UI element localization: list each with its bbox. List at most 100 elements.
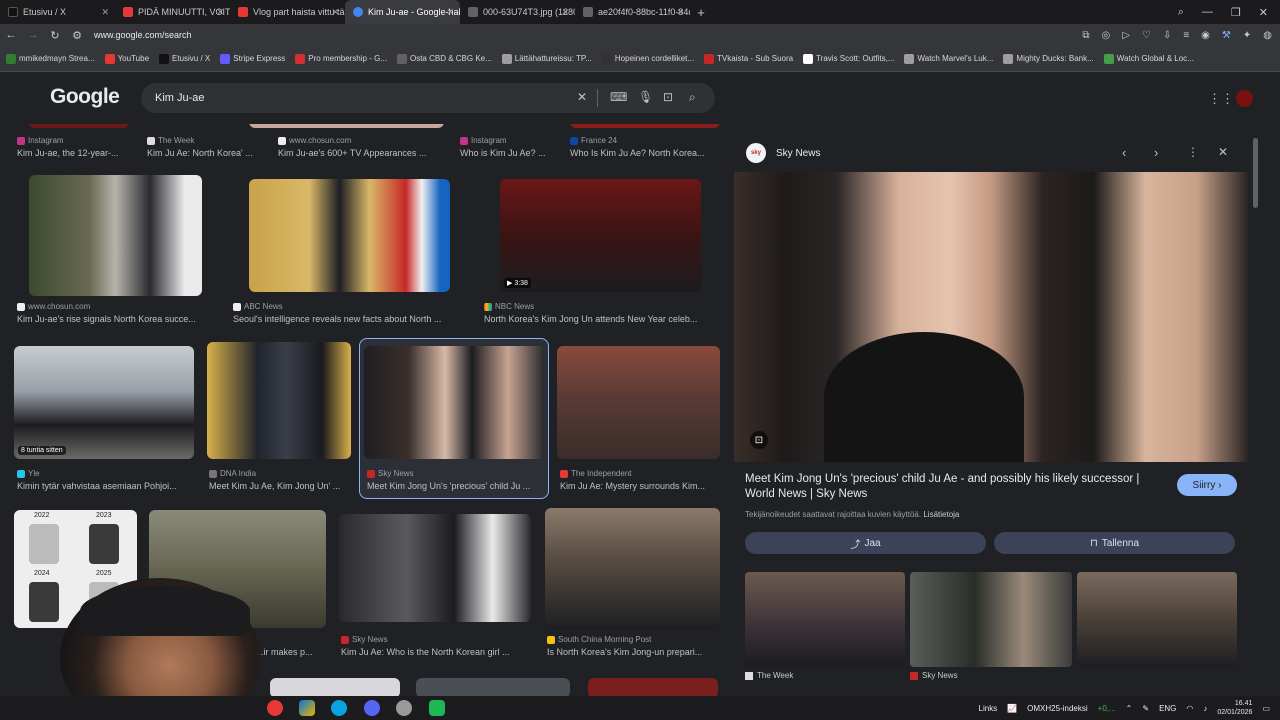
close-tab-icon[interactable]: ✕ [101,7,109,18]
result-title[interactable]: Kim Ju-ae, the 12-year-... [17,148,129,158]
bookmark-item[interactable]: Hopeinen cordelliket... [601,53,694,64]
result-image[interactable] [207,342,351,459]
tab-pida-minuutti[interactable]: PIDÄ MINUUTTI, VOITA 20✕ [115,0,230,24]
search-icon[interactable]: ⌕ [689,90,696,105]
next-icon[interactable]: › [1154,145,1158,160]
search-input[interactable] [155,92,555,104]
bookmark-item[interactable]: Watch Global & Loc... [1103,53,1194,64]
result-image[interactable] [557,346,720,459]
tab-etusivu[interactable]: Etusivu / X ✕ [0,0,115,24]
result-title[interactable]: Kim Ju-ae's 600+ TV Appearances ... [278,148,443,158]
download-icon[interactable]: ⇩ [1163,30,1171,41]
preview-image[interactable]: ⊡ [734,172,1248,462]
maximize-icon[interactable]: ❐ [1231,6,1241,19]
result-image[interactable]: ▶ 3:38 [500,179,701,292]
result-image[interactable] [270,678,400,696]
bookmark-item[interactable]: Pro membership - G... [295,53,387,64]
bookmark-item[interactable]: YouTube [104,53,149,64]
result-title[interactable]: Kimin tytär vahvistaa asemiaan Pohjoi... [17,481,192,491]
url-field[interactable]: www.google.com/search [94,30,192,40]
result-title[interactable]: Meet Kim Ju Ae, Kim Jong Un' ... [209,481,349,491]
profile-icon[interactable]: ◉ [1201,30,1210,41]
learn-more-link[interactable]: Lisätietoja [923,510,959,519]
result-image[interactable] [29,175,202,296]
tab-image-jpg[interactable]: 000-63U74T3.jpg (1280×8✕ [460,0,575,24]
bookmark-heart-icon[interactable]: ♡ [1142,30,1151,41]
account-icon[interactable]: ◍ [1263,30,1272,41]
visit-button[interactable]: Siirry › [1177,474,1237,496]
result-title[interactable]: Kim Ju Ae: North Korea' ... [147,148,262,158]
bookmark-item[interactable]: Watch Marvel's Luk... [904,53,993,64]
related-image[interactable] [910,572,1072,667]
result-title[interactable]: Who Is Kim Ju Ae? North Korea... [570,148,715,158]
save-button[interactable]: ⊓ Tallenna [994,532,1235,554]
result-image[interactable] [339,514,531,622]
stock-label[interactable]: OMXH25-indeksi [1027,704,1087,713]
search-tabs-icon[interactable]: ⌕ [1178,6,1184,19]
opera-icon[interactable] [267,700,283,716]
close-tab-icon[interactable]: ✕ [561,7,569,18]
result-image[interactable] [570,124,720,128]
microphone-icon[interactable]: 🎙 [638,90,653,104]
result-image[interactable] [249,179,450,292]
result-image[interactable] [588,678,718,696]
puzzle-icon[interactable]: ✦ [1243,30,1251,41]
related-image[interactable] [745,572,905,667]
result-title[interactable]: Meet Kim Jong Un's 'precious' child Ju .… [367,481,544,491]
google-logo[interactable]: Google [50,85,120,109]
result-image[interactable] [545,508,720,629]
scrollbar[interactable] [1252,134,1260,684]
result-image[interactable] [364,346,544,459]
tray-overflow-icon[interactable]: ⌃ [1126,704,1133,713]
result-image[interactable] [29,124,129,128]
site-info-icon[interactable]: ⚙ [66,29,88,42]
bookmark-item[interactable]: Lättähattureissu: TP... [501,53,592,64]
close-window-icon[interactable]: ✕ [1259,6,1268,19]
bookmark-item[interactable]: Stripe Express [220,53,285,64]
preview-source[interactable]: Sky News [776,148,820,159]
bookmark-item[interactable]: TVkaista - Sub Suora [704,53,793,64]
close-tab-icon[interactable]: ✕ [446,7,454,18]
store-icon[interactable] [299,700,315,716]
forward-icon[interactable]: → [22,29,44,41]
lens-icon[interactable]: ⊡ [663,90,673,104]
result-title[interactable]: North Korea's Kim Jong Un attends New Ye… [484,314,716,324]
bookmark-item[interactable]: Mighty Ducks: Bank... [1003,53,1094,64]
tab-vlog[interactable]: Vlog part haista vittu tää ✕ [230,0,345,24]
links-label[interactable]: Links [979,704,998,713]
discord-icon[interactable] [364,700,380,716]
tab-image-ae20[interactable]: ae20f4f0-88bc-11f0-84dc ✕ [575,0,690,24]
result-title[interactable]: Seoul's intelligence reveals new facts a… [233,314,463,324]
result-title[interactable]: Kim Ju Ae: Who is the North Korean girl … [341,647,531,657]
screenshot-icon[interactable]: ◎ [1102,30,1111,41]
pen-icon[interactable]: ✎ [1142,704,1149,713]
play-icon[interactable]: ▷ [1122,30,1130,41]
volume-icon[interactable]: ♪ [1203,704,1207,713]
minimize-icon[interactable]: — [1202,6,1213,18]
bookmark-item[interactable]: mmikedmayn Strea... [6,53,95,64]
keyboard-icon[interactable]: ⌨ [610,90,627,104]
app-green-icon[interactable] [429,700,445,716]
notification-icon[interactable]: ▭ [1262,704,1270,713]
related-image[interactable] [1077,572,1237,667]
new-tab-button[interactable]: + [690,5,712,20]
bookmark-item[interactable]: Travis Scott: Outfits,... [803,53,894,64]
wifi-icon[interactable]: ◠ [1186,704,1193,713]
close-preview-icon[interactable]: ✕ [1218,145,1228,159]
tab-google-search[interactable]: Kim Ju-ae - Google-haku ✕ [345,0,460,24]
close-tab-icon[interactable]: ✕ [331,7,339,18]
previous-icon[interactable]: ‹ [1122,145,1126,160]
close-tab-icon[interactable]: ✕ [676,7,684,18]
avatar[interactable] [1236,90,1253,107]
result-title[interactable]: Kim Ju Ae: Mystery surrounds Kim... [560,481,718,491]
result-title[interactable]: Who is Kim Ju Ae? ... [460,148,560,158]
close-tab-icon[interactable]: ✕ [216,7,224,18]
clock[interactable]: 16.41 02/01/2026 [1217,699,1252,717]
result-image[interactable] [249,124,444,128]
open-app-icon[interactable]: ⧉ [1082,30,1089,41]
result-title[interactable]: Is North Korea's Kim Jong-un prepari... [547,647,719,657]
scrollbar-thumb[interactable] [1253,138,1258,208]
bookmark-item[interactable]: Osta CBD & CBG Ke... [396,53,492,64]
bookmark-item[interactable]: Etusivu / X [159,53,210,64]
result-image[interactable]: 8 tuntia sitten [14,346,194,459]
